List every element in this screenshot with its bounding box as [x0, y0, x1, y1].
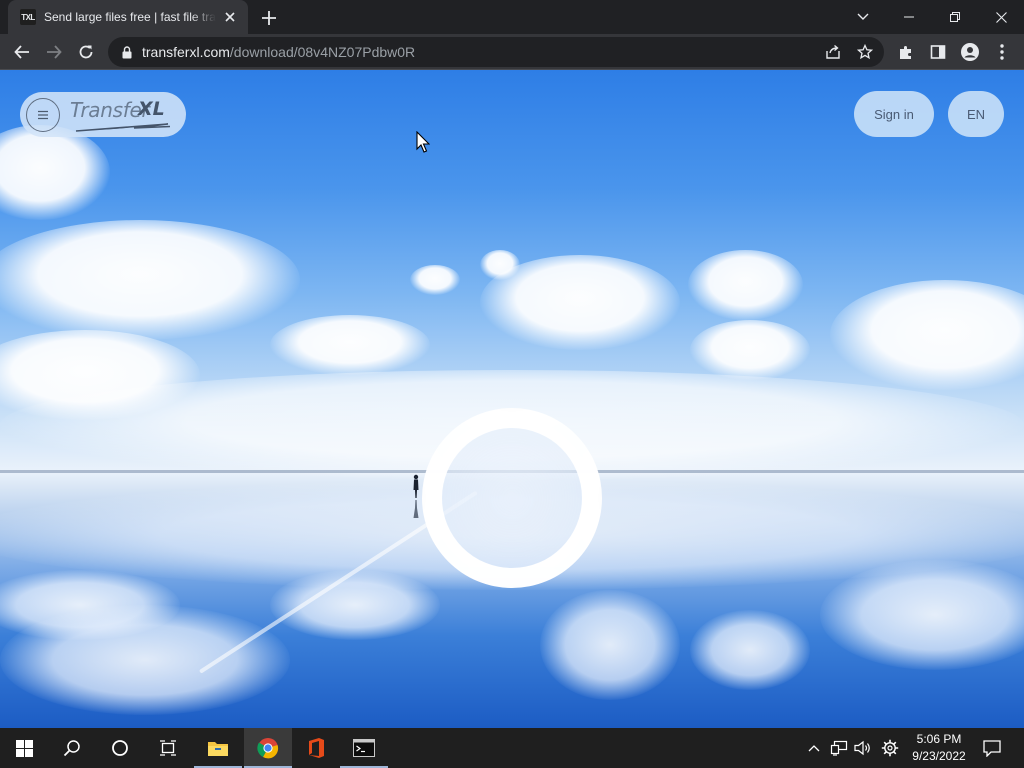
task-view-icon[interactable] — [144, 728, 192, 768]
browser-toolbar: transferxl.com/download/08v4NZ07Pdbw0R — [0, 34, 1024, 70]
search-icon[interactable] — [48, 728, 96, 768]
reload-icon[interactable] — [72, 38, 100, 66]
settings-gear-icon[interactable] — [878, 728, 902, 768]
mouse-cursor-icon — [416, 131, 430, 153]
tab-title: Send large files free | fast file transf… — [44, 10, 216, 24]
file-explorer-icon[interactable] — [194, 728, 242, 768]
share-icon[interactable] — [824, 43, 842, 61]
person-silhouette — [413, 474, 419, 518]
show-hidden-icons-chevron-icon[interactable] — [804, 728, 824, 768]
chrome-taskbar-icon[interactable] — [244, 728, 292, 768]
logo-swoosh-icon — [75, 122, 170, 132]
extensions-puzzle-icon[interactable] — [892, 38, 920, 66]
page-background-sky-reflection: Transfer XL Sign in EN — [0, 70, 1024, 728]
url-path: /download/08v4NZ07Pdbw0R — [229, 44, 416, 60]
windows-taskbar: 5:06 PM 9/23/2022 — [0, 728, 1024, 768]
browser-tab-strip: TXL Send large files free | fast file tr… — [0, 0, 1024, 34]
browser-tab[interactable]: TXL Send large files free | fast file tr… — [8, 0, 248, 34]
forward-arrow-icon[interactable] — [40, 38, 68, 66]
transferxl-favicon-icon: TXL — [20, 9, 36, 25]
cloud-decoration — [480, 250, 520, 280]
address-bar[interactable]: transferxl.com/download/08v4NZ07Pdbw0R — [108, 37, 884, 67]
close-window-icon[interactable] — [978, 0, 1024, 34]
volume-icon[interactable] — [852, 728, 874, 768]
cloud-reflection-decoration — [0, 605, 290, 715]
profile-avatar-icon[interactable] — [956, 38, 984, 66]
back-arrow-icon[interactable] — [8, 38, 36, 66]
bookmark-star-icon[interactable] — [856, 43, 874, 61]
cortana-icon[interactable] — [96, 728, 144, 768]
office-icon[interactable] — [292, 728, 340, 768]
cloud-reflection-decoration — [540, 590, 680, 700]
close-tab-icon[interactable] — [222, 9, 238, 25]
transferxl-logo[interactable]: Transfer XL — [70, 95, 174, 135]
url-host: transferxl.com — [142, 44, 230, 60]
loading-spinner — [422, 408, 602, 588]
cloud-decoration — [688, 250, 803, 320]
url-text: transferxl.com/download/08v4NZ07Pdbw0R — [142, 44, 415, 60]
cloud-reflection-decoration — [270, 570, 440, 640]
cloud-reflection-decoration — [690, 610, 810, 690]
side-panel-icon[interactable] — [924, 38, 952, 66]
cloud-decoration — [410, 265, 460, 295]
lock-icon[interactable] — [120, 45, 134, 59]
chrome-menu-icon[interactable] — [988, 38, 1016, 66]
notifications-icon[interactable] — [978, 728, 1006, 768]
clock-time: 5:06 PM — [916, 732, 962, 746]
cloud-decoration — [0, 220, 300, 340]
language-button[interactable]: EN — [948, 91, 1004, 137]
new-tab-icon[interactable] — [258, 7, 280, 29]
network-icon[interactable] — [828, 728, 850, 768]
cloud-decoration — [0, 125, 110, 220]
terminal-icon[interactable] — [340, 728, 388, 768]
logo-text-xl: XL — [138, 97, 165, 120]
cloud-reflection-decoration — [820, 560, 1024, 670]
cloud-decoration — [830, 280, 1024, 390]
minimize-icon[interactable] — [886, 0, 932, 34]
sign-in-button[interactable]: Sign in — [854, 91, 934, 137]
tab-search-icon[interactable] — [840, 0, 886, 34]
system-clock[interactable]: 5:06 PM 9/23/2022 — [904, 731, 974, 765]
cloud-decoration — [690, 320, 810, 380]
cloud-decoration — [270, 315, 430, 375]
windows-start-icon[interactable] — [0, 728, 48, 768]
restore-icon[interactable] — [932, 0, 978, 34]
logo-menu-pill: Transfer XL — [20, 92, 186, 137]
clock-date: 9/23/2022 — [912, 749, 966, 763]
hamburger-menu-icon[interactable] — [26, 97, 60, 132]
